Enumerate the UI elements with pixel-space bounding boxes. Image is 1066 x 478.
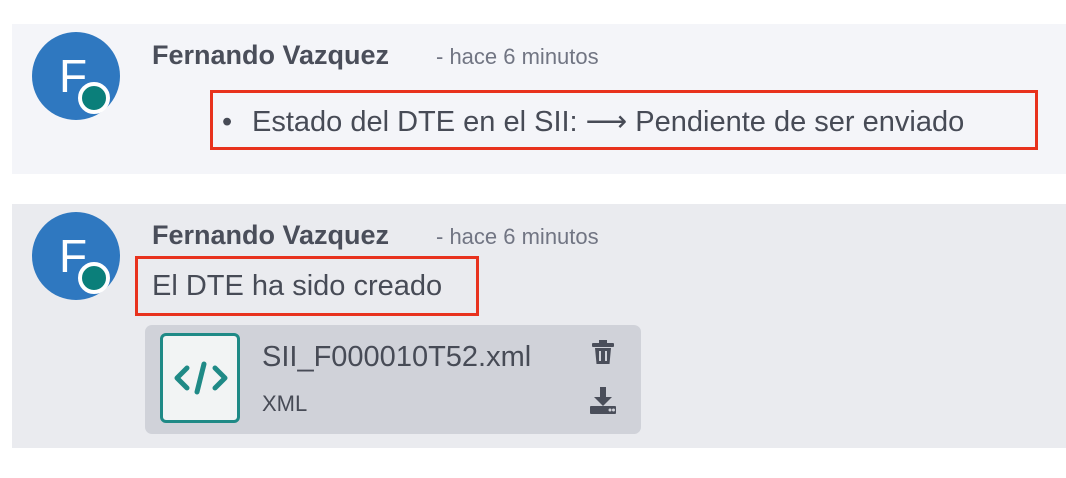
attachment-card[interactable]: SII_F000010T52.xml XML [145,325,641,434]
message-author[interactable]: Fernando Vazquez [152,40,389,71]
message-author[interactable]: Fernando Vazquez [152,220,389,251]
attachment-name[interactable]: SII_F000010T52.xml [262,341,531,374]
chatter-message: F Fernando Vazquez - hace 6 minutos • Est… [12,24,1066,174]
bullet-icon: • [222,106,233,138]
code-icon[interactable] [160,333,240,423]
online-status-icon [78,82,110,114]
download-icon[interactable] [588,385,618,415]
message-timestamp: - hace 6 minutos [436,224,599,249]
attachment-type: XML [262,391,308,416]
tracking-value-text: Estado del DTE en el SII: ⟶ Pendiente de… [252,106,965,138]
tracking-value: • Estado del DTE en el SII: ⟶ Pendiente d… [222,104,964,139]
message-timestamp: - hace 6 minutos [436,44,599,69]
online-status-icon [78,262,110,294]
chatter-message: F Fernando Vazquez - hace 6 minutos El D… [12,204,1066,448]
trash-icon[interactable] [588,337,618,367]
message-body: El DTE ha sido creado [152,270,443,302]
